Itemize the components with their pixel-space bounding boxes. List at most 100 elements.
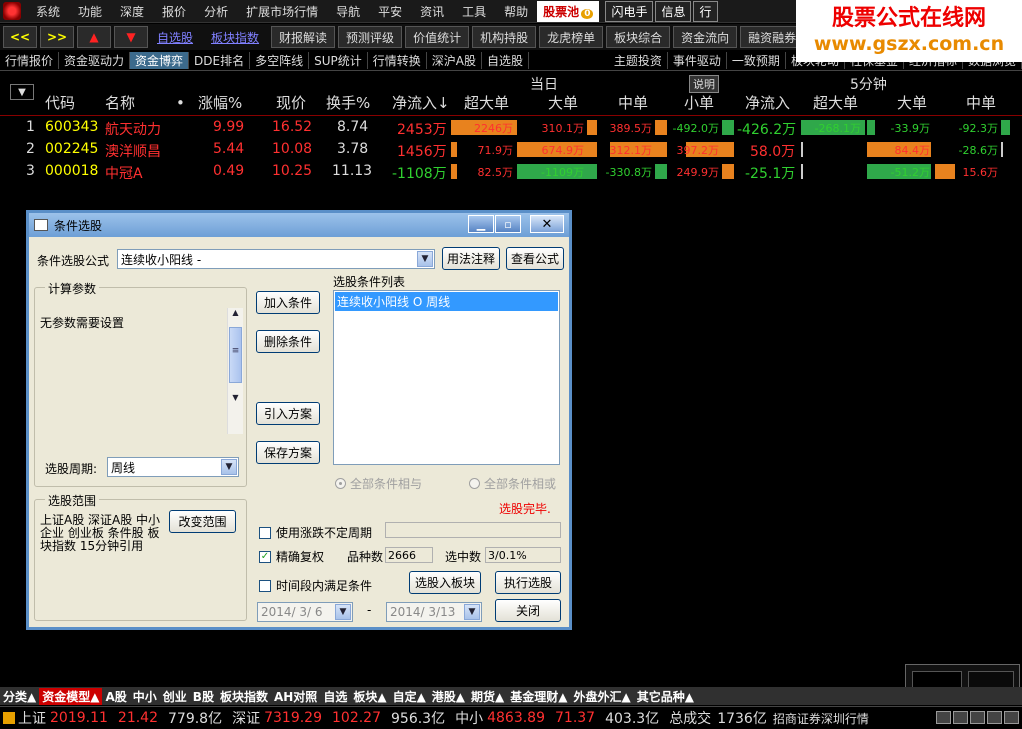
col-large[interactable]: 大单 [548, 90, 578, 115]
menu-quote[interactable]: 报价 [153, 3, 195, 20]
message-icon[interactable] [970, 711, 985, 724]
radio-all-or[interactable]: 全部条件相或 [469, 475, 556, 492]
col-medium[interactable]: 中单 [618, 90, 648, 115]
btn-forecast-rating[interactable]: 预测评级 [338, 26, 403, 48]
col-small[interactable]: 小单 [684, 90, 714, 115]
btn-value-stats[interactable]: 价值统计 [405, 26, 470, 48]
arrow-up-icon[interactable]: ▲ [77, 26, 111, 48]
menu-analysis[interactable]: 分析 [195, 3, 237, 20]
condition-list[interactable]: 连续收小阳线 O 周线 [333, 290, 560, 465]
col-5min-medium[interactable]: 中单 [966, 90, 996, 115]
lock-icon[interactable] [987, 711, 1002, 724]
chevron-down-icon[interactable]: ▼ [221, 459, 237, 475]
col-5min-net-inflow[interactable]: 净流入 [745, 90, 790, 115]
menu-function[interactable]: 功能 [69, 3, 111, 20]
import-plan-button[interactable]: 引入方案 [256, 402, 320, 425]
link-sector-index[interactable]: 板块指数 [202, 29, 268, 46]
date-to-picker[interactable]: 2014/ 3/13 ▼ [386, 602, 482, 622]
col-super-large[interactable]: 超大单 [464, 90, 509, 115]
period-select[interactable]: 周线 ▼ [107, 457, 239, 477]
btab-forex[interactable]: 外盘外汇▲ [571, 688, 634, 705]
menu-depth[interactable]: 深度 [111, 3, 153, 20]
checkbox-precise-adjust[interactable]: ✓ 精确复权 [259, 548, 324, 565]
col-5min-super-large[interactable]: 超大单 [813, 90, 858, 115]
btn-sector-overview[interactable]: 板块综合 [606, 26, 671, 48]
minimize-icon[interactable]: ▁ [468, 215, 494, 233]
select-to-block-button[interactable]: 选股入板块 [409, 571, 481, 594]
subtab-dde-rank[interactable]: DDE排名 [189, 52, 251, 69]
checkbox-uncertain-period[interactable]: 使用涨跌不定周期 [259, 524, 372, 541]
btn-dragon-tiger[interactable]: 龙虎榜单 [539, 26, 604, 48]
column-menu-icon[interactable]: ▼ [10, 84, 34, 100]
btab-fund[interactable]: 基金理财▲ [507, 688, 570, 705]
scroll-up-icon[interactable]: ▲ [228, 308, 243, 317]
col-price[interactable]: 现价 [276, 90, 306, 115]
table-row[interactable]: 2 002245 澳洋顺昌 5.44 10.08 3.78 1456万 71.9… [0, 139, 1022, 161]
subtab-theme-invest[interactable]: 主题投资 [609, 52, 668, 69]
add-condition-button[interactable]: 加入条件 [256, 291, 320, 314]
btn-margin-trading[interactable]: 融资融券 [740, 26, 805, 48]
btab-sector-index[interactable]: 板块指数 [217, 688, 271, 705]
btab-sme[interactable]: 中小 [130, 688, 160, 705]
params-scrollbar[interactable]: ▲ ≡ ▼ [227, 308, 243, 434]
radio-all-and[interactable]: 全部条件相与 [335, 475, 422, 492]
menu-pingan[interactable]: 平安 [369, 3, 411, 20]
menu-system[interactable]: 系统 [27, 3, 69, 20]
scroll-down-icon[interactable]: ▼ [228, 393, 243, 402]
menu-tools[interactable]: 工具 [453, 3, 495, 20]
signal-icon[interactable] [1004, 711, 1019, 724]
subtab-fund-drive[interactable]: 资金驱动力 [59, 52, 131, 69]
col-net-inflow[interactable]: 净流入↓ [392, 90, 450, 115]
date-from-picker[interactable]: 2014/ 3/ 6 ▼ [257, 602, 353, 622]
btab-other[interactable]: 其它品种▲ [634, 688, 697, 705]
menu-help[interactable]: 帮助 [495, 3, 537, 20]
subtab-long-short[interactable]: 多空阵线 [250, 52, 310, 69]
subtab-fund-game[interactable]: 资金博弈 [130, 52, 190, 69]
menu-stock-pool[interactable]: 股票池 0 [537, 0, 600, 22]
subtab-sh-sz-a[interactable]: 深沪A股 [427, 52, 483, 69]
btn-institution-holding[interactable]: 机构持股 [472, 26, 537, 48]
formula-select[interactable]: 连续收小阳线 - ▼ [117, 249, 435, 269]
execute-select-button[interactable]: 执行选股 [495, 571, 561, 594]
mail-icon[interactable] [953, 711, 968, 724]
table-row[interactable]: 1 600343 航天动力 9.99 16.52 8.74 2453万 2246… [0, 117, 1022, 139]
info-button[interactable]: 信息 [655, 0, 692, 22]
btab-hk[interactable]: 港股▲ [429, 688, 468, 705]
subtab-quote[interactable]: 行情报价 [0, 52, 60, 69]
quote-button[interactable]: 行 [693, 0, 718, 22]
close-button[interactable]: 关闭 [495, 599, 561, 622]
col-5min-large[interactable]: 大单 [897, 90, 927, 115]
delete-condition-button[interactable]: 删除条件 [256, 330, 320, 353]
col-turnover[interactable]: 换手% [326, 90, 370, 115]
btab-fund-model[interactable]: 资金模型▲ [39, 687, 103, 705]
btab-category[interactable]: 分类▲ [0, 688, 39, 705]
arrow-down-icon[interactable]: ▼ [114, 26, 148, 48]
chevron-down-icon[interactable]: ▼ [417, 251, 433, 267]
change-range-button[interactable]: 改变范围 [169, 510, 236, 533]
col-change-pct[interactable]: 涨幅% [198, 90, 242, 115]
btab-sector[interactable]: 板块▲ [350, 688, 389, 705]
maximize-icon[interactable]: ▫ [495, 215, 521, 233]
link-watchlist[interactable]: 自选股 [148, 29, 202, 46]
menu-news[interactable]: 资讯 [411, 3, 453, 20]
btab-a-share[interactable]: A股 [102, 688, 129, 705]
btn-fund-flow[interactable]: 资金流向 [673, 26, 738, 48]
btab-custom[interactable]: 自定▲ [390, 688, 429, 705]
btab-futures[interactable]: 期货▲ [468, 688, 507, 705]
btab-watchlist[interactable]: 自选 [320, 688, 350, 705]
nav-forward-button[interactable]: >> [40, 26, 74, 48]
btab-ah-compare[interactable]: AH对照 [271, 688, 320, 705]
chevron-down-icon[interactable]: ▼ [464, 604, 480, 620]
flash-trade-button[interactable]: 闪电手 [605, 0, 654, 22]
close-icon[interactable]: ✕ [530, 215, 564, 233]
btab-b-share[interactable]: B股 [190, 688, 217, 705]
subtab-watchlist[interactable]: 自选股 [482, 52, 530, 69]
view-formula-button[interactable]: 查看公式 [506, 247, 564, 270]
subtab-event-drive[interactable]: 事件驱动 [668, 52, 727, 69]
usage-notes-button[interactable]: 用法注释 [442, 247, 500, 270]
col-name[interactable]: 名称 [105, 90, 135, 115]
dialog-titlebar[interactable]: 条件选股 ▁ ▫ ✕ [29, 213, 569, 237]
refresh-icon[interactable] [936, 711, 951, 724]
subtab-sup-stats[interactable]: SUP统计 [309, 52, 368, 69]
btn-financial-report[interactable]: 财报解读 [271, 26, 336, 48]
